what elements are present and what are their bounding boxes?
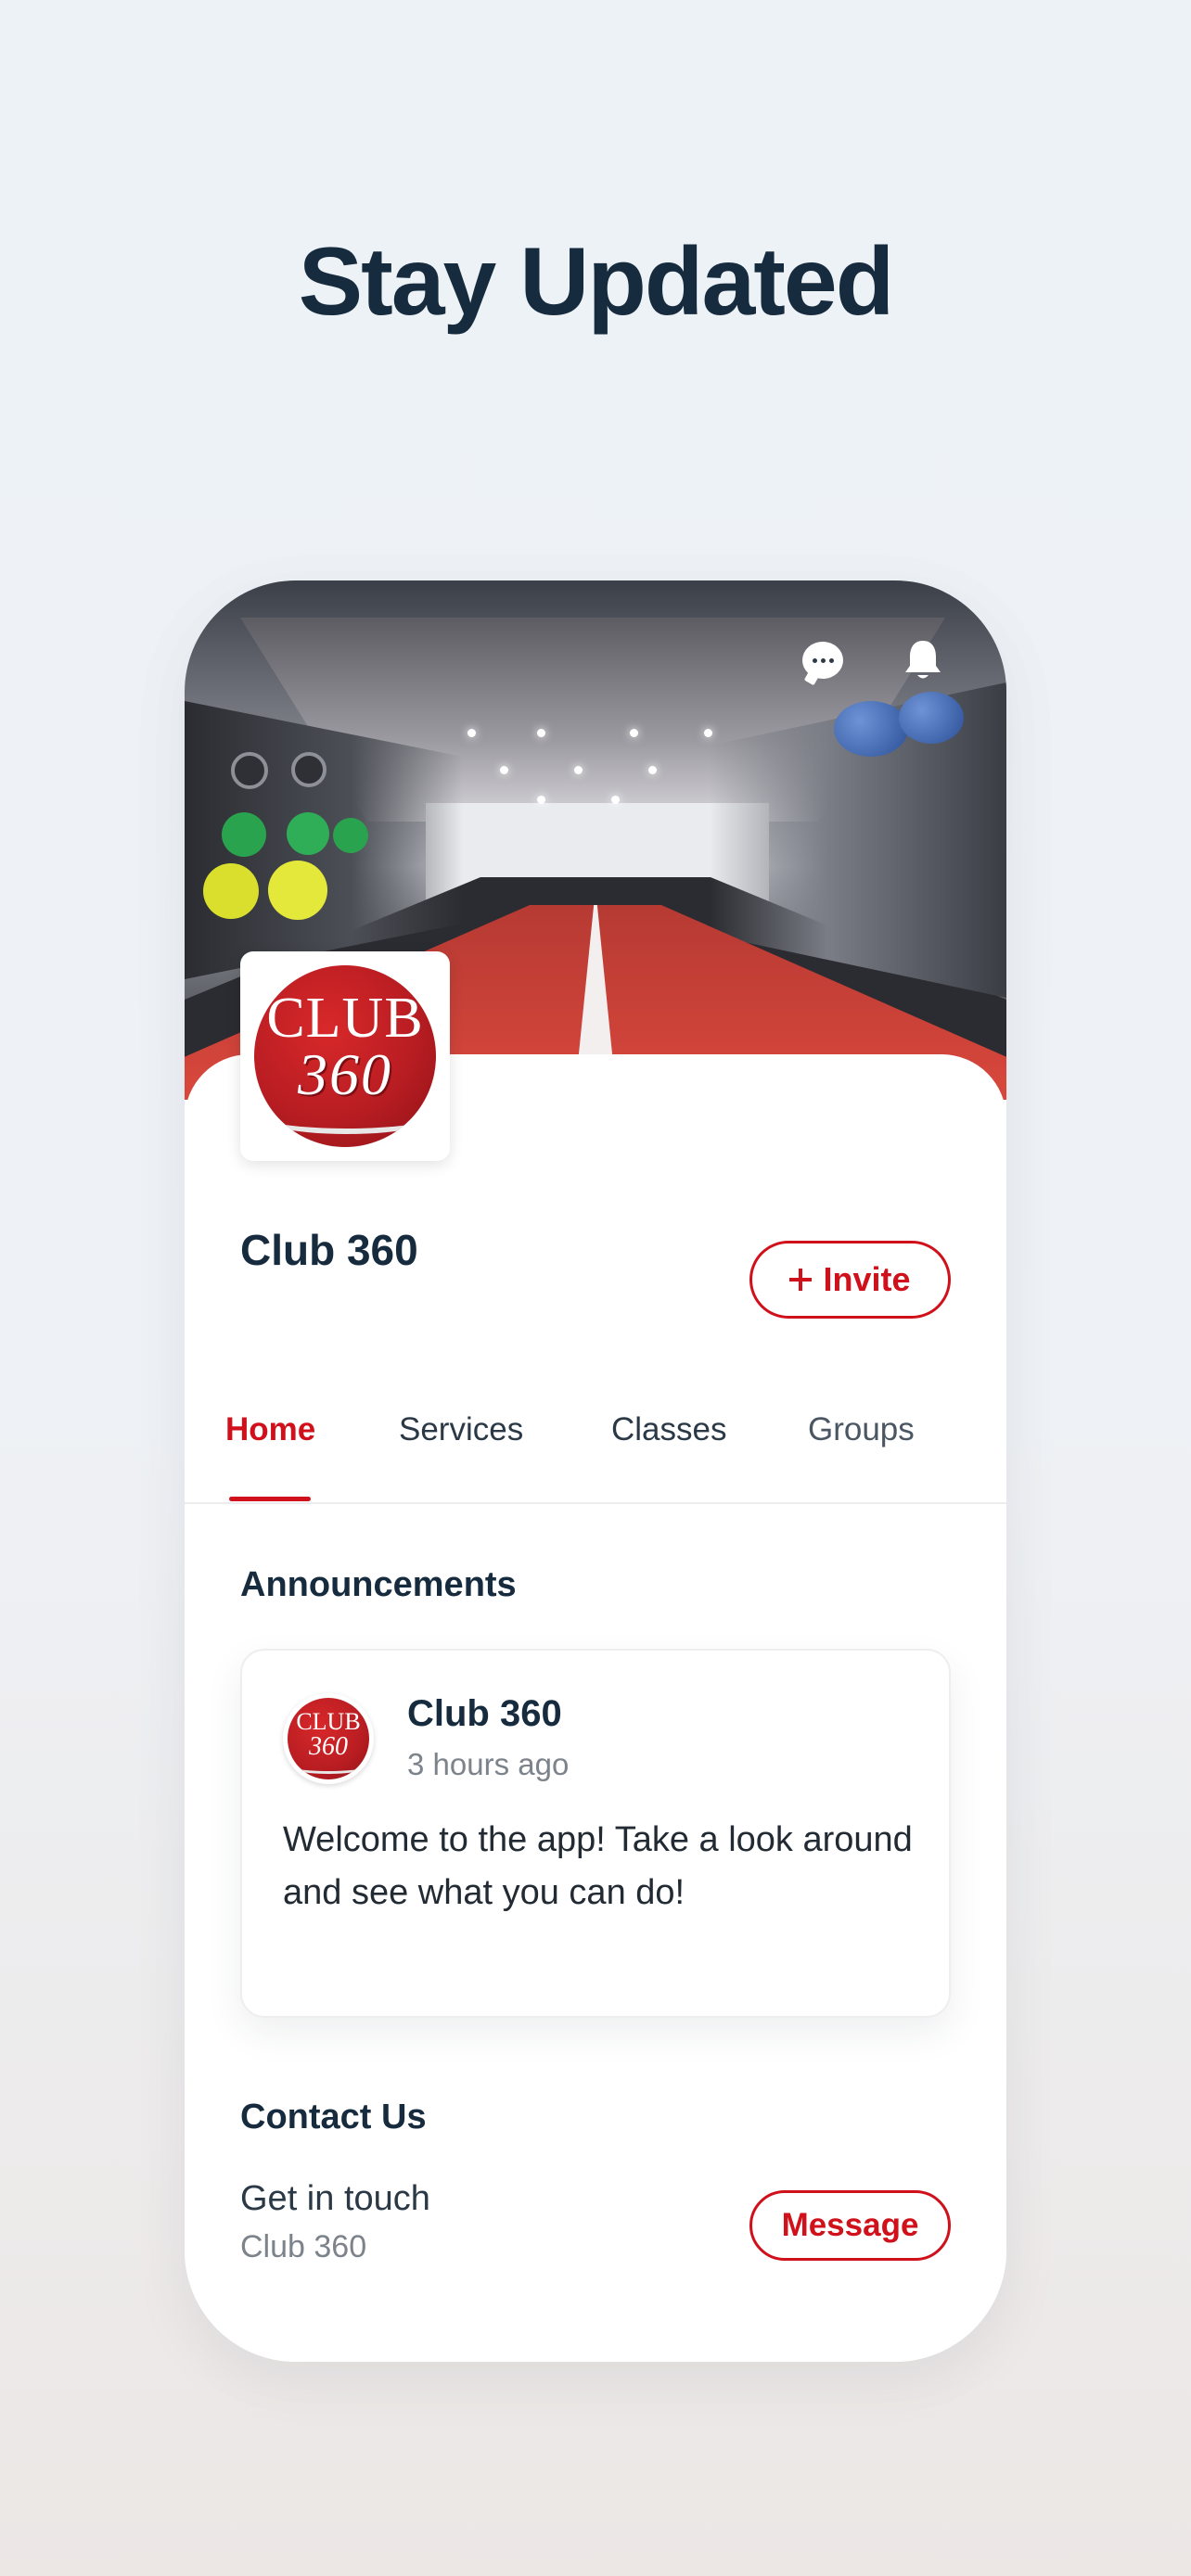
club-logo: CLUB 360 — [240, 951, 450, 1161]
club-name: Club 360 — [240, 1226, 418, 1274]
announcements-heading: Announcements — [240, 1565, 517, 1604]
ceiling-light — [537, 796, 545, 804]
avatar-logo-text-club: CLUB — [296, 1708, 361, 1735]
weight-plate — [268, 861, 327, 920]
contact-heading: Contact Us — [240, 2098, 427, 2136]
ceiling-light — [611, 796, 620, 804]
avatar: CLUB 360 — [283, 1693, 374, 1784]
weight-plate — [291, 752, 327, 787]
contact-name: Club 360 — [240, 2229, 367, 2264]
bell-icon[interactable] — [895, 632, 951, 688]
tab-groups[interactable]: Groups — [808, 1411, 915, 1448]
invite-button[interactable]: Invite — [749, 1241, 951, 1319]
announcement-body: Welcome to the app! Take a look around a… — [283, 1820, 913, 1912]
logo-swoosh — [254, 1088, 436, 1134]
invite-button-label: Invite — [823, 1260, 911, 1298]
ceiling-light — [500, 766, 508, 774]
contact-subtitle: Get in touch — [240, 2179, 430, 2218]
ceiling-light — [648, 766, 657, 774]
announcement-timestamp: 3 hours ago — [407, 1747, 570, 1781]
weight-plate — [222, 812, 266, 857]
tab-bar: Home Services Classes Groups — [185, 1387, 1006, 1504]
ceiling-light — [630, 729, 638, 737]
ceiling-light — [467, 729, 476, 737]
tab-home[interactable]: Home — [225, 1411, 315, 1448]
ceiling-light — [574, 766, 583, 774]
weight-plate — [287, 812, 329, 855]
plus-icon — [789, 1269, 813, 1291]
weight-plate — [231, 752, 268, 789]
weight-plate — [203, 863, 259, 919]
page-headline: Stay Updated — [298, 228, 895, 336]
message-button[interactable]: Message — [749, 2190, 951, 2261]
ceiling-light — [537, 729, 545, 737]
announcement-author: Club 360 — [407, 1693, 562, 1734]
ceiling-light — [704, 729, 712, 737]
tab-classes[interactable]: Classes — [611, 1411, 726, 1448]
exercise-ball — [899, 692, 964, 744]
phone-frame: CLUB 360 Club 360 Invite Home Services C… — [185, 580, 1006, 2362]
chat-bubble-icon[interactable] — [795, 632, 851, 688]
active-tab-indicator — [229, 1497, 311, 1501]
club-logo-emblem: CLUB 360 — [254, 965, 436, 1147]
announcement-card[interactable]: CLUB 360 Club 360 3 hours ago Welcome to… — [240, 1649, 951, 2018]
message-button-label: Message — [781, 2207, 919, 2243]
weight-plate — [333, 818, 368, 853]
logo-text-club: CLUB — [266, 987, 424, 1050]
tab-services[interactable]: Services — [399, 1411, 523, 1448]
exercise-ball — [834, 701, 908, 757]
